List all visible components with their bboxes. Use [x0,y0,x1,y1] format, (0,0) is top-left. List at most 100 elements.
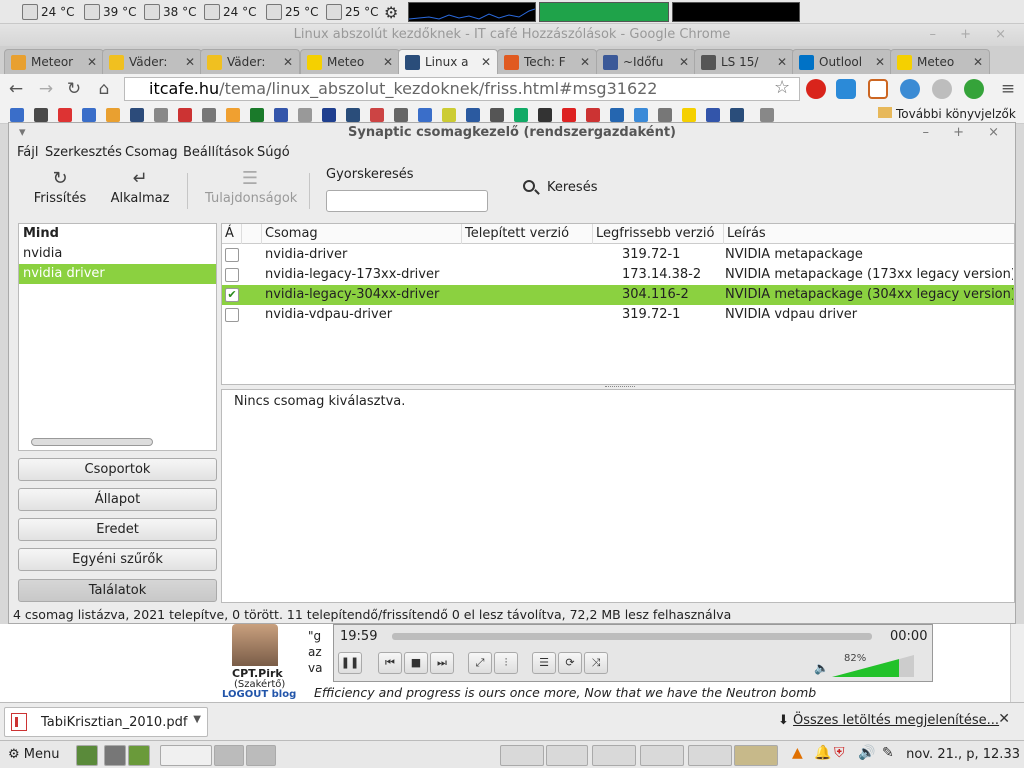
bookmark-icon[interactable] [370,108,384,122]
bookmark-icon[interactable] [586,108,600,122]
filter-item[interactable]: nvidia [19,244,216,264]
network-tray-icon[interactable]: ✎ [882,745,894,761]
close-icon[interactable]: ✕ [185,55,195,69]
url-input[interactable]: itcafe.hu/tema/linux_abszolut_kezdoknek/… [124,77,800,101]
close-icon[interactable]: ✕ [383,55,393,69]
launcher-icon[interactable] [76,745,98,766]
other-bookmarks[interactable]: További könyvjelzők [878,107,1016,121]
table-row[interactable]: nvidia-driver 319.72-1 NVIDIA metapackag… [222,245,1014,265]
bookmark-icon[interactable] [538,108,552,122]
custom-filters-button[interactable]: Egyéni szűrők [18,548,217,571]
bookmark-icon[interactable] [322,108,336,122]
extension-icon[interactable] [900,79,920,99]
start-menu-button[interactable]: ⚙ Menu [8,747,60,762]
bookmark-icon[interactable] [154,108,168,122]
col-support[interactable] [242,224,262,244]
browser-tab-active[interactable]: Linux a ✕ [398,49,498,74]
browser-window-controls[interactable]: – + × [929,24,1016,46]
browser-tab[interactable]: Tech: F ✕ [497,49,597,74]
bookmark-icon[interactable] [634,108,648,122]
notification-icon[interactable]: 🔔 [814,745,831,761]
adblock-icon[interactable] [806,79,826,99]
status-button[interactable]: Állapot [18,488,217,511]
volume-control[interactable]: 🔈 82% [814,653,924,679]
bookmark-icon[interactable] [130,108,144,122]
home-icon[interactable]: ⌂ [94,79,114,99]
browser-tab[interactable]: LS 15/✕ [694,49,794,74]
vlc-tray-icon[interactable]: ▲ [792,745,803,761]
shuffle-button[interactable]: ⤨ [584,652,608,674]
fullscreen-button[interactable]: ⤢ [468,652,492,674]
forward-icon[interactable]: → [36,79,56,99]
shield-icon[interactable]: ⛨ [834,745,845,761]
window-menu-icon[interactable]: ▾ [19,123,26,143]
col-status[interactable]: Á [222,224,242,244]
close-icon[interactable]: ✕ [283,55,293,69]
launcher-icon[interactable] [104,745,126,766]
bookmark-star-icon[interactable]: ☆ [774,77,790,98]
bookmark-icon[interactable] [562,108,576,122]
seek-bar[interactable] [392,633,872,640]
equalizer-button[interactable]: ⫶ [494,652,518,674]
menu-edit[interactable]: Szerkesztés [45,145,122,160]
close-icon[interactable]: ✕ [580,55,590,69]
bookmark-icon[interactable] [58,108,72,122]
taskbar-chrome[interactable] [500,745,544,766]
sections-button[interactable]: Csoportok [18,458,217,481]
refresh-button[interactable]: ↻ Frissítés [29,167,91,206]
menu-help[interactable]: Súgó [257,145,290,160]
close-icon[interactable]: ✕ [481,55,491,69]
synaptic-window-controls[interactable]: – + × [922,123,1009,143]
workspace-2[interactable] [214,745,244,766]
launcher-icon[interactable] [128,745,150,766]
menu-package[interactable]: Csomag [125,145,178,160]
user-links[interactable]: LOGOUT blog [222,689,296,700]
bookmark-icon[interactable] [682,108,696,122]
horizontal-scrollbar[interactable] [31,438,153,446]
bookmark-icon[interactable] [760,108,774,122]
package-checkbox-checked[interactable]: ✔ [225,288,239,302]
bookmark-icon[interactable] [418,108,432,122]
bookmark-icon[interactable] [178,108,192,122]
package-checkbox[interactable] [225,268,239,282]
bookmark-icon[interactable] [730,108,744,122]
bookmark-icon[interactable] [34,108,48,122]
col-package[interactable]: Csomag [262,224,462,244]
menu-settings[interactable]: Beállítások [183,145,254,160]
taskbar-app[interactable] [640,745,684,766]
table-row-selected[interactable]: ✔ nvidia-legacy-304xx-driver 304.116-2 N… [222,285,1014,305]
quick-search-input[interactable] [326,190,488,212]
download-item[interactable]: TabiKrisztian_2010.pdf ▼ [4,707,208,737]
taskbar-synaptic[interactable] [734,745,778,766]
filter-item[interactable]: Mind [19,224,216,244]
taskbar-vlc[interactable] [688,745,732,766]
close-icon[interactable]: ✕ [973,55,983,69]
col-latest-version[interactable]: Legfrissebb verzió [593,224,724,244]
bookmark-icon[interactable] [658,108,672,122]
bookmark-icon[interactable] [706,108,720,122]
eye-icon[interactable] [932,79,952,99]
next-button[interactable]: ⏭ [430,652,454,674]
browser-tab[interactable]: Meteo ✕ [890,49,990,74]
bookmark-icon[interactable] [466,108,480,122]
menu-file[interactable]: Fájl [17,145,38,160]
show-all-downloads-link[interactable]: ⬇ Összes letöltés megjelenítése... [778,713,999,728]
browser-tab[interactable]: Väder: ✕ [200,49,300,74]
bookmark-icon[interactable] [610,108,624,122]
bookmark-icon[interactable] [490,108,504,122]
table-row[interactable]: nvidia-legacy-173xx-driver 173.14.38-2 N… [222,265,1014,285]
back-icon[interactable]: ← [6,79,26,99]
gmail-icon[interactable] [868,79,888,99]
bookmark-icon[interactable] [298,108,312,122]
apply-button[interactable]: ↵ Alkalmaz [109,167,171,206]
col-installed-version[interactable]: Telepített verzió [462,224,593,244]
properties-button[interactable]: ☰ Tulajdonságok [205,167,297,206]
bookmark-icon[interactable] [10,108,24,122]
bookmark-icon[interactable] [106,108,120,122]
extension-icon[interactable] [964,79,984,99]
close-icon[interactable]: ✕ [679,55,689,69]
volume-tray-icon[interactable]: 🔊 [858,745,875,761]
filter-item-selected[interactable]: nvidia driver [19,264,216,284]
table-row[interactable]: nvidia-vdpau-driver 319.72-1 NVIDIA vdpa… [222,305,1014,325]
browser-tab[interactable]: Meteor ✕ [4,49,104,74]
